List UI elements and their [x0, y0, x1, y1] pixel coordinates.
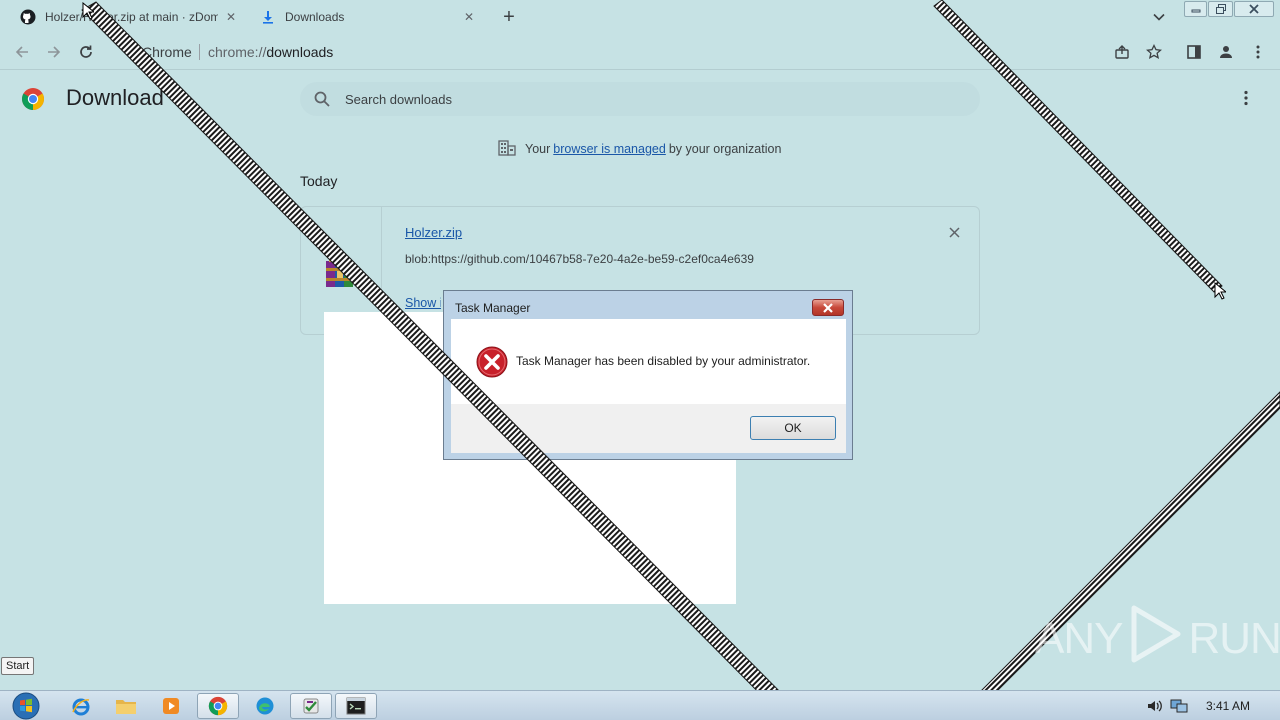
new-tab-button[interactable]: +: [500, 7, 518, 27]
forward-icon[interactable]: [45, 43, 63, 61]
system-tray: 3:41 AM: [1136, 691, 1280, 720]
dialog-body: Task Manager has been disabled by your a…: [451, 319, 846, 453]
address-bar[interactable]: Chrome chrome://downloads: [108, 38, 1138, 66]
dialog-title: Task Manager: [455, 301, 531, 315]
taskbar: 3:41 AM: [0, 690, 1280, 720]
chrome-logo-icon: [21, 87, 45, 111]
omnibox-site-label: Chrome: [142, 44, 192, 60]
edge-icon[interactable]: [244, 693, 286, 719]
anyrun-watermark: ANY RUN: [1035, 605, 1280, 670]
download-source-url: blob:https://github.com/10467b58-7e20-4a…: [405, 252, 754, 266]
play-logo-icon: [1128, 604, 1182, 675]
tab-label: Downloads: [285, 10, 345, 24]
close-window-button[interactable]: [1234, 1, 1274, 17]
url-scheme: chrome://: [208, 44, 267, 60]
winrar-archive-icon: [324, 257, 356, 289]
managed-prefix: Your: [525, 142, 551, 156]
media-player-icon[interactable]: [150, 693, 192, 719]
mouse-cursor-icon: [1214, 282, 1226, 300]
file-explorer-icon[interactable]: [105, 693, 147, 719]
page-title: Download: [66, 85, 164, 110]
show-in-folder-link[interactable]: Show in folder: [405, 296, 441, 310]
search-box[interactable]: [300, 82, 980, 116]
omnibox-separator: [199, 44, 200, 60]
volume-icon[interactable]: [1146, 698, 1164, 719]
github-icon: [20, 9, 36, 25]
profile-icon[interactable]: [1217, 43, 1235, 61]
terminal-icon[interactable]: [335, 693, 377, 719]
url-host: downloads: [266, 44, 334, 60]
managed-suffix: by your organization: [668, 142, 782, 156]
watermark-left: ANY: [1035, 614, 1123, 663]
restore-window-button[interactable]: [1208, 1, 1233, 17]
mouse-cursor-icon: [82, 2, 94, 20]
tab-label: Holzer/Holzer.zip at main · zDom: [45, 10, 218, 24]
watermark-right: RUN: [1188, 614, 1280, 663]
star-icon[interactable]: [1145, 43, 1163, 61]
date-section-header: Today: [300, 173, 338, 189]
diagonal-streak: [951, 391, 1280, 720]
app-icon[interactable]: [290, 693, 332, 719]
task-manager-dialog: Task Manager Task Manager has been disab…: [443, 290, 853, 460]
remove-download-icon[interactable]: [947, 225, 961, 239]
download-filename-link[interactable]: Holzer.zip: [405, 225, 462, 240]
internet-explorer-icon[interactable]: [60, 693, 102, 719]
network-icon[interactable]: [1170, 698, 1188, 719]
minimize-window-button[interactable]: [1184, 1, 1207, 17]
chrome-icon[interactable]: [197, 693, 239, 719]
browser-toolbar: Chrome chrome://downloads: [0, 34, 1280, 70]
tab-downloads[interactable]: Downloads ✕: [260, 0, 482, 34]
managed-link[interactable]: browser is managed: [553, 142, 666, 156]
ok-button[interactable]: OK: [750, 416, 836, 440]
dialog-message-area: Task Manager has been disabled by your a…: [451, 319, 846, 404]
error-icon: [476, 346, 508, 378]
tab-close-icon[interactable]: ✕: [226, 10, 236, 24]
start-tooltip: Start: [1, 657, 35, 675]
tab-close-icon[interactable]: ✕: [464, 10, 474, 24]
tab-strip: Holzer/Holzer.zip at main · zDom ✕ Downl…: [0, 0, 1280, 34]
search-icon: [313, 90, 331, 113]
download-icon: [260, 9, 276, 25]
menu-icon[interactable]: [1249, 43, 1267, 61]
dialog-close-button[interactable]: [812, 299, 844, 316]
omnibox-url[interactable]: chrome://downloads: [208, 44, 333, 60]
side-panel-icon[interactable]: [1185, 43, 1203, 61]
reload-icon[interactable]: [77, 43, 95, 61]
managed-notice: Your browser is managed by your organiza…: [498, 139, 782, 159]
dialog-message: Task Manager has been disabled by your a…: [516, 354, 811, 368]
chevron-down-icon[interactable]: [1152, 10, 1168, 24]
tab-github[interactable]: Holzer/Holzer.zip at main · zDom ✕: [20, 0, 242, 34]
search-input[interactable]: [345, 89, 945, 109]
more-options-icon[interactable]: [1236, 88, 1256, 108]
share-icon[interactable]: [1113, 43, 1131, 61]
taskbar-clock: 3:41 AM: [1206, 699, 1251, 713]
start-button[interactable]: [8, 691, 44, 720]
building-icon: [498, 139, 516, 159]
back-icon[interactable]: [13, 43, 31, 61]
